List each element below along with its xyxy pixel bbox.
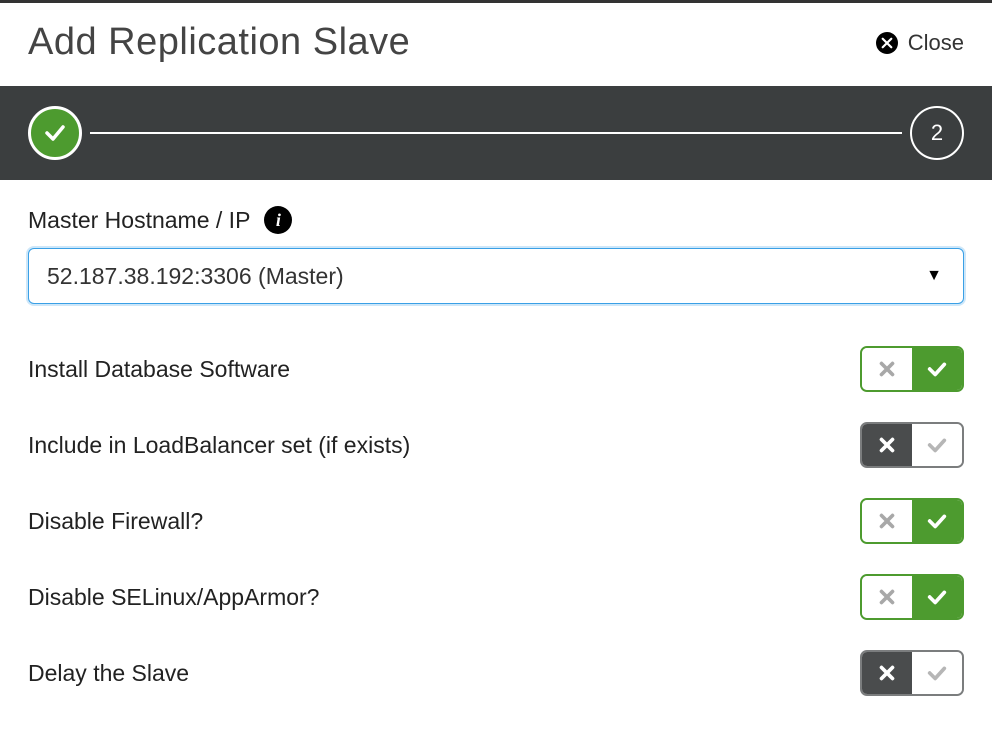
install-db-toggle[interactable] [860, 346, 964, 392]
step-2-label: 2 [931, 120, 943, 146]
toggle-off-button[interactable] [862, 576, 912, 618]
modal-body: Master Hostname / IP i 52.187.38.192:330… [0, 180, 992, 752]
toggle-off-button[interactable] [862, 500, 912, 542]
check-icon [926, 662, 948, 684]
x-icon [876, 358, 898, 380]
master-hostname-field: Master Hostname / IP i 52.187.38.192:330… [28, 206, 964, 304]
close-button[interactable]: Close [876, 30, 964, 56]
disable-selinux-label: Disable SELinux/AppArmor? [28, 584, 319, 611]
delay-slave-row: Delay the Slave [28, 650, 964, 696]
disable-firewall-row: Disable Firewall? [28, 498, 964, 544]
check-icon [926, 586, 948, 608]
delay-slave-toggle[interactable] [860, 650, 964, 696]
step-1-complete[interactable] [28, 106, 82, 160]
check-icon [926, 358, 948, 380]
include-lb-label: Include in LoadBalancer set (if exists) [28, 432, 410, 459]
install-db-row: Install Database Software [28, 346, 964, 392]
info-icon[interactable]: i [264, 206, 292, 234]
modal-header: Add Replication Slave Close [0, 3, 992, 86]
toggle-on-button[interactable] [912, 500, 962, 542]
progress-stepper: 2 [0, 86, 992, 180]
field-label-row: Master Hostname / IP i [28, 206, 964, 234]
disable-firewall-label: Disable Firewall? [28, 508, 203, 535]
options-list: Install Database Software Include in Loa… [28, 346, 964, 696]
include-lb-toggle[interactable] [860, 422, 964, 468]
toggle-on-button[interactable] [912, 348, 962, 390]
step-2-pending[interactable]: 2 [910, 106, 964, 160]
select-wrap: 52.187.38.192:3306 (Master) ▼ [28, 248, 964, 304]
check-icon [926, 510, 948, 532]
toggle-on-button[interactable] [912, 576, 962, 618]
toggle-off-button[interactable] [862, 652, 912, 694]
x-icon [876, 434, 898, 456]
stepper-line [90, 132, 902, 134]
x-icon [876, 586, 898, 608]
toggle-off-button[interactable] [862, 348, 912, 390]
toggle-on-button[interactable] [912, 652, 962, 694]
master-hostname-select[interactable]: 52.187.38.192:3306 (Master) [28, 248, 964, 304]
close-label: Close [908, 30, 964, 56]
delay-slave-label: Delay the Slave [28, 660, 189, 687]
toggle-off-button[interactable] [862, 424, 912, 466]
disable-selinux-row: Disable SELinux/AppArmor? [28, 574, 964, 620]
include-lb-row: Include in LoadBalancer set (if exists) [28, 422, 964, 468]
add-replication-slave-modal: Add Replication Slave Close 2 Master Hos… [0, 0, 992, 752]
close-icon [876, 32, 898, 54]
modal-title: Add Replication Slave [28, 21, 410, 64]
x-icon [876, 662, 898, 684]
disable-selinux-toggle[interactable] [860, 574, 964, 620]
check-icon [43, 121, 67, 145]
disable-firewall-toggle[interactable] [860, 498, 964, 544]
master-hostname-label: Master Hostname / IP [28, 207, 250, 234]
check-icon [926, 434, 948, 456]
x-icon [876, 510, 898, 532]
install-db-label: Install Database Software [28, 356, 290, 383]
toggle-on-button[interactable] [912, 424, 962, 466]
